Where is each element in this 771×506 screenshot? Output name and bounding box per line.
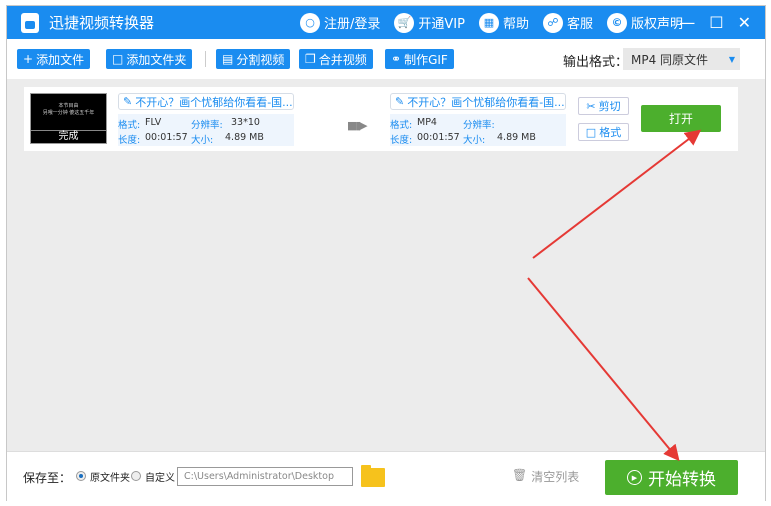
scissors-icon: ✂ [586,99,596,113]
radio-original-folder[interactable] [76,471,86,481]
source-filename-text: 不开心？画个忧郁给你看看-国... [135,95,293,109]
size-key: 大小: [463,135,486,146]
help-link[interactable]: ▦ 帮助 [478,12,529,33]
headset-icon: ☍ [542,12,563,33]
duration-value: 00:01:57 [417,132,460,143]
target-info: 格式: MP4 分辨率: 长度: 00:01:57 大小: 4.89 MB [390,114,566,146]
thumb-text: 本节目由 [58,103,79,109]
chevron-down-icon: ▼ [728,54,735,64]
pencil-icon: ✎ [395,95,405,108]
resolution-key: 分辨率: [463,120,495,131]
thumb-text: 另哦一分钟 傻这五千年 [42,110,95,116]
copyright-label: 版权声明 [631,17,684,32]
cut-button[interactable]: ✂ 剪切 [578,97,629,115]
gif-label: 制作GIF [404,52,448,67]
format-label: 格式 [599,126,622,139]
toolbar: + 添加文件 □ 添加文件夹 ▤ 分割视频 ❐ 合并视频 ⚭ 制作GIF 输出格式： MP… [7,39,765,79]
app-title: 迅捷视频转换器 [49,14,155,32]
make-gif-button[interactable]: ⚭ 制作GIF [385,49,454,69]
bottom-bar: 保存至： 原文件夹 自定义 C:\Users\Administrator\Des… [7,451,765,501]
copyright-link[interactable]: © 版权声明 [607,12,684,33]
format-button[interactable]: □ 格式 [578,123,629,141]
size-value: 4.89 MB [497,132,536,143]
format-value: MP4 [417,117,437,128]
file-row: 本节目由 另哦一分钟 傻这五千年 完成 ✎ 不开心？画个忧郁给你看看-国... 格… [24,87,738,151]
add-folder-button[interactable]: □ 添加文件夹 [106,49,193,69]
app-logo-icon [21,12,39,33]
size-key: 大小: [191,135,214,146]
output-format-label: 输出格式： [563,55,629,70]
add-folder-label: 添加文件夹 [126,52,187,67]
document-icon: □ [112,52,124,66]
maximize-icon[interactable]: ☐ [709,13,723,32]
login-label: 注册/登录 [324,17,381,32]
source-info: 格式: FLV 分辨率: 33*10 长度: 00:01:57 大小: 4.89… [118,114,294,146]
custom-label: 自定义 [145,473,175,484]
login-link[interactable]: ○ 注册/登录 [300,12,381,33]
video-thumbnail: 本节目由 另哦一分钟 傻这五千年 完成 [30,93,107,144]
original-folder-label: 原文件夹 [90,473,130,484]
app-window: 迅捷视频转换器 ○ 注册/登录 🛒 开通VIP ▦ 帮助 ☍ 客服 © 版权声明 — ☐ … [6,5,766,501]
cart-icon: 🛒 [394,12,415,33]
size-value: 4.89 MB [225,132,264,143]
split-label: 分割视频 [236,52,285,67]
gif-icon: ⚭ [391,52,402,66]
vip-label: 开通VIP [418,17,465,32]
merge-icon: ❐ [305,52,316,66]
cut-label: 剪切 [598,100,621,113]
copyright-icon: © [607,12,627,33]
split-video-button[interactable]: ▤ 分割视频 [216,49,291,69]
format-key: 格式: [118,120,141,131]
merge-label: 合并视频 [318,52,367,67]
clear-list-button[interactable]: 🗑 清空列表 [512,468,579,485]
status-badge: 完成 [31,130,106,143]
vip-link[interactable]: 🛒 开通VIP [394,12,465,33]
play-icon: ▶ [627,470,642,485]
service-link[interactable]: ☍ 客服 [542,12,593,33]
output-format-value: MP4 同原文件 [631,52,709,67]
help-label: 帮助 [502,17,529,32]
source-filename[interactable]: ✎ 不开心？画个忧郁给你看看-国... [118,93,294,110]
resolution-value: 33*10 [231,117,260,128]
add-file-button[interactable]: + 添加文件 [17,49,91,69]
folder-icon[interactable] [361,465,385,487]
duration-value: 00:01:57 [145,132,188,143]
plus-icon: + [23,52,34,66]
minimize-icon[interactable]: — [679,13,695,32]
duration-key: 长度: [118,135,141,146]
convert-arrow-icon: ▮▮▮▶ [347,119,368,132]
save-to-label: 保存至： [23,471,72,485]
target-filename[interactable]: ✎ 不开心？画个忧郁给你看看-国... [390,93,566,110]
user-icon: ○ [300,12,320,33]
start-convert-label: 开始转换 [648,470,716,490]
merge-video-button[interactable]: ❐ 合并视频 [299,49,373,69]
divider [205,51,206,67]
radio-custom[interactable] [131,471,141,481]
trash-icon: 🗑 [512,468,528,482]
output-format-select[interactable]: MP4 同原文件 ▼ [623,48,740,70]
open-button[interactable]: 打开 [641,105,721,132]
pencil-icon: ✎ [123,95,133,108]
add-file-label: 添加文件 [36,52,85,67]
target-filename-text: 不开心？画个忧郁给你看看-国... [407,95,565,109]
title-bar: 迅捷视频转换器 ○ 注册/登录 🛒 开通VIP ▦ 帮助 ☍ 客服 © 版权声明 — ☐ … [7,6,765,39]
save-path-input[interactable]: C:\Users\Administrator\Desktop [177,467,353,486]
service-label: 客服 [566,17,593,32]
close-icon[interactable]: ✕ [738,13,751,32]
format-key: 格式: [390,120,413,131]
duration-key: 长度: [390,135,413,146]
resolution-key: 分辨率: [191,120,223,131]
start-convert-button[interactable]: ▶ 开始转换 [605,460,738,495]
format-value: FLV [145,117,162,128]
clear-list-label: 清空列表 [531,470,580,484]
grid-icon: ▦ [478,12,499,33]
split-icon: ▤ [222,52,234,66]
format-doc-icon: □ [585,125,597,139]
